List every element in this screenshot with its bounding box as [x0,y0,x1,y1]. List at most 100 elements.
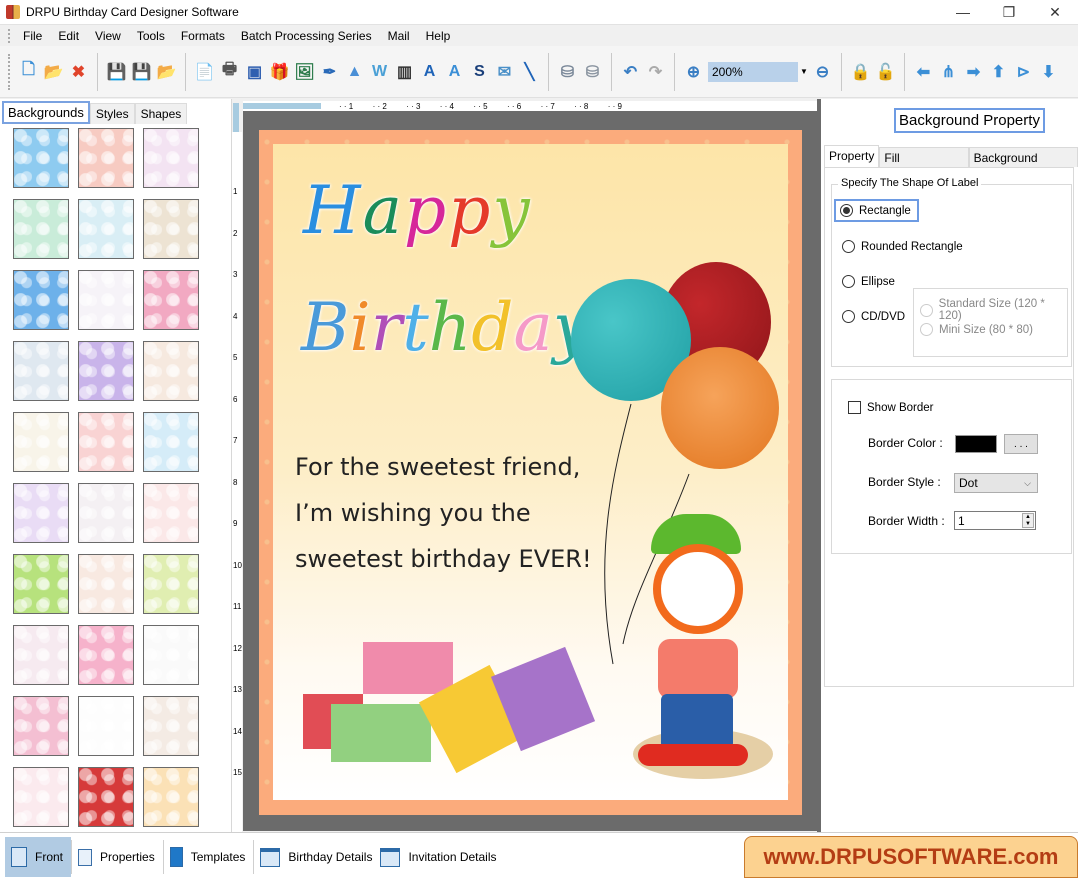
unlock-button[interactable]: 🔓 [874,59,897,85]
card-message[interactable]: For the sweetest friend, I’m wishing you… [295,444,592,582]
watermark-button[interactable]: W [368,59,391,85]
save-as-button[interactable]: 💾 [130,59,153,85]
background-thumbnail-balloon-bunches[interactable] [78,483,134,543]
border-width-stepper[interactable]: 1 ▲ ▼ [954,511,1036,530]
save-button[interactable]: 💾 [105,59,128,85]
background-thumbnail-party-banner[interactable] [143,767,199,827]
radio-rectangle-input[interactable] [840,204,853,217]
show-border-checkbox-input[interactable] [848,401,861,414]
stepper-up-icon[interactable]: ▲ [1023,514,1033,521]
background-thumbnail-red-hearts[interactable] [143,483,199,543]
background-thumbnail-butterflies[interactable] [143,128,199,188]
mail-button[interactable]: ✉ [493,59,516,85]
background-thumbnail-clouds[interactable] [13,128,69,188]
radio-rounded-rectangle-input[interactable] [842,240,855,253]
background-thumbnail-green-stripes[interactable] [13,554,69,614]
tab-property[interactable]: Property [824,145,880,167]
text-file-button[interactable]: A [443,59,466,85]
bottom-tab-properties[interactable]: Properties [72,837,163,877]
signature-button[interactable]: S [468,59,491,85]
arrow-down-button[interactable]: ⬇ [1037,59,1060,85]
zoom-out-button[interactable]: ⊖ [811,59,834,85]
bottom-tab-templates[interactable]: Templates [164,837,254,877]
radio-cd-dvd-input[interactable] [842,310,855,323]
background-thumbnail-daisies[interactable] [13,199,69,259]
tab-backgrounds[interactable]: Backgrounds [2,101,90,124]
border-style-select[interactable]: Dot ⌵ [954,473,1038,493]
background-thumbnail-stars[interactable] [13,270,69,330]
background-thumbnail-cakes-sketch[interactable] [78,554,134,614]
zoom-in-button[interactable]: ⊕ [682,59,705,85]
background-thumbnail-pink-birthday[interactable] [143,270,199,330]
layers-button[interactable]: ▣ [243,59,266,85]
stepper-buttons[interactable]: ▲ ▼ [1022,513,1034,528]
menu-tools[interactable]: Tools [129,25,173,47]
tab-background-effects[interactable]: Background Effects [968,147,1078,179]
menu-file[interactable]: File [15,25,50,47]
background-thumbnail-confetti-meadow[interactable] [143,554,199,614]
shapes-button[interactable]: ▲ [343,59,366,85]
birthday-card[interactable]: Happy Birthday For the sweetest friend, … [259,130,802,815]
background-thumbnail-pink-hearts[interactable] [78,625,134,685]
line-button[interactable]: ╲ [518,59,541,85]
border-color-picker-button[interactable]: . . . [1004,434,1038,454]
show-border-checkbox[interactable]: Show Border [848,401,933,414]
background-thumbnail-tulips[interactable] [13,625,69,685]
menu-mail[interactable]: Mail [380,25,418,47]
arrow-up-button[interactable]: ⬆ [987,59,1010,85]
radio-rounded-rectangle[interactable]: Rounded Rectangle [842,240,963,253]
export-button[interactable]: 📂 [155,59,178,85]
properties-button[interactable]: 📄 [193,59,216,85]
tab-fill-background[interactable]: Fill Background [879,147,969,179]
background-thumbnail-pink-floral[interactable] [78,128,134,188]
background-thumbnail-3d-hearts[interactable] [78,767,134,827]
bottom-tab-birthday-details[interactable]: Birthday Details [254,837,380,877]
print-button[interactable]: 🖶 [218,59,241,85]
background-thumbnail-cupcakes[interactable] [13,767,69,827]
bottom-tab-invitation-details[interactable]: Invitation Details [380,837,504,877]
gift-button[interactable]: 🎁 [268,59,291,85]
menu-help[interactable]: Help [418,25,459,47]
drpu-website-banner[interactable]: www.DRPUSOFTWARE.com [744,836,1078,878]
barcode-button[interactable]: ▥ [393,59,416,85]
background-thumbnail-teddy[interactable] [143,341,199,401]
pencil-button[interactable]: ✒ [318,59,341,85]
insert-image-button[interactable]: 🖼 [293,59,316,85]
background-thumbnail-pink-texture[interactable] [13,696,69,756]
background-thumbnail-heart-outlines[interactable] [13,483,69,543]
menu-view[interactable]: View [87,25,129,47]
redo-button[interactable]: ↷ [644,59,667,85]
close-button[interactable]: ✕ [1032,0,1078,24]
minimize-button[interactable]: — [940,0,986,24]
radio-ellipse[interactable]: Ellipse [842,275,895,288]
flip-horizontal-button[interactable]: ⋔ [937,59,960,85]
menu-edit[interactable]: Edit [50,25,87,47]
open-button[interactable]: 📂 [42,59,65,85]
undo-button[interactable]: ↶ [619,59,642,85]
happy-heading[interactable]: Happy [303,172,532,249]
background-property-header[interactable]: Background Property [894,108,1045,133]
background-thumbnail-pastel-balloons[interactable] [78,270,134,330]
close-file-button[interactable]: ✖ [67,59,90,85]
restore-button[interactable]: ❐ [986,0,1032,24]
background-thumbnail-pink-hearts-stripes[interactable] [78,412,134,472]
birthday-heading[interactable]: Birthday [301,289,590,366]
arrow-right-button[interactable]: ➡ [962,59,985,85]
design-canvas[interactable]: Happy Birthday For the sweetest friend, … [243,111,817,831]
lock-button[interactable]: 🔒 [849,59,872,85]
text-button[interactable]: A [418,59,441,85]
stepper-down-icon[interactable]: ▼ [1023,521,1033,528]
radio-ellipse-input[interactable] [842,275,855,288]
background-thumbnail-gift-sketch[interactable] [143,625,199,685]
background-thumbnail-colorful-balloons[interactable] [143,412,199,472]
radio-rectangle[interactable]: Rectangle [834,199,919,222]
tab-shapes[interactable]: Shapes [134,103,188,124]
flip-vertical-button[interactable]: ⊳ [1012,59,1035,85]
background-thumbnail-sprinkles[interactable] [78,696,134,756]
menu-formats[interactable]: Formats [173,25,233,47]
database-button[interactable]: ⛁ [556,59,579,85]
tab-styles[interactable]: Styles [89,103,135,124]
database-alt-button[interactable]: ⛁ [581,59,604,85]
background-thumbnail-violet-flowers[interactable] [143,696,199,756]
arrow-left-button[interactable]: ⬅ [912,59,935,85]
